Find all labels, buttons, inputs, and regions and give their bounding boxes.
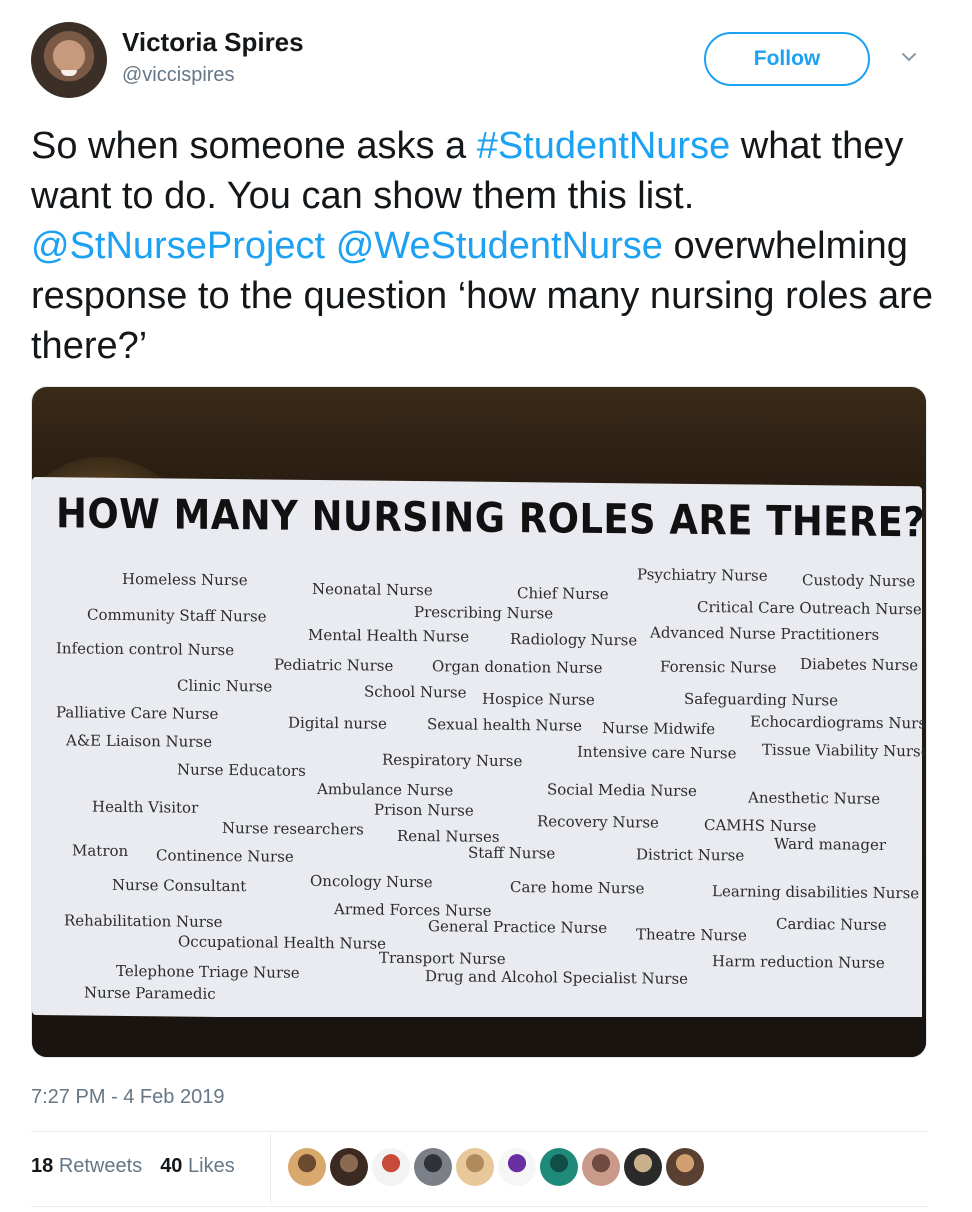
poster-role: Prison Nurse bbox=[374, 800, 474, 820]
retweets-label: Retweets bbox=[58, 1155, 143, 1177]
poster-role: Nurse Consultant bbox=[112, 875, 247, 896]
liker-avatar[interactable] bbox=[624, 1148, 662, 1186]
follow-button[interactable]: Follow bbox=[704, 32, 870, 86]
author-avatar[interactable] bbox=[31, 22, 107, 98]
poster-role: Continence Nurse bbox=[156, 846, 294, 866]
poster-role: Sexual health Nurse bbox=[427, 715, 583, 735]
poster-role: CAMHS Nurse bbox=[704, 816, 817, 836]
poster-role: Forensic Nurse bbox=[660, 657, 777, 677]
photo-frame-edge bbox=[32, 1017, 926, 1057]
poster-role: Hospice Nurse bbox=[482, 689, 595, 709]
likes-label: Likes bbox=[188, 1155, 235, 1177]
poster-role: Homeless Nurse bbox=[122, 569, 248, 590]
engagement-stats: 18 Retweets 40 Likes bbox=[31, 1155, 235, 1178]
poster-role: Respiratory Nurse bbox=[382, 750, 523, 771]
mention-link[interactable]: @StNurseProject bbox=[31, 225, 325, 267]
divider bbox=[31, 1206, 927, 1207]
poster-role: Intensive care Nurse bbox=[577, 742, 737, 763]
poster-role: Critical Care Outreach Nurse bbox=[697, 597, 922, 619]
liker-avatar[interactable] bbox=[582, 1148, 620, 1186]
poster-role: Ward manager bbox=[774, 834, 887, 854]
poster-role: Clinic Nurse bbox=[177, 676, 273, 696]
poster-role: Nurse Educators bbox=[177, 760, 306, 780]
poster-role: Safeguarding Nurse bbox=[684, 689, 838, 710]
likes-stat[interactable]: 40 Likes bbox=[160, 1155, 235, 1178]
tweet-text: So when someone asks a #StudentNurse wha… bbox=[31, 121, 941, 371]
stats-separator bbox=[270, 1134, 271, 1204]
tweet-text-part bbox=[325, 225, 336, 267]
poster-role: Mental Health Nurse bbox=[308, 625, 470, 646]
poster-role: Matron bbox=[72, 841, 129, 861]
poster-role: Chief Nurse bbox=[517, 584, 609, 604]
poster-role: Prescribing Nurse bbox=[414, 603, 554, 623]
poster-role: Cardiac Nurse bbox=[776, 914, 887, 934]
poster-role: Anesthetic Nurse bbox=[748, 788, 881, 808]
liker-avatar[interactable] bbox=[414, 1148, 452, 1186]
liker-avatar[interactable] bbox=[498, 1148, 536, 1186]
poster-role: Digital nurse bbox=[288, 713, 387, 733]
poster-role: Ambulance Nurse bbox=[317, 779, 454, 800]
liker-avatar[interactable] bbox=[540, 1148, 578, 1186]
poster-role: Staff Nurse bbox=[468, 843, 556, 863]
poster-roles: Homeless Nurse Neonatal Nurse Chief Nurse P… bbox=[32, 477, 926, 1003]
likes-count: 40 bbox=[160, 1155, 183, 1177]
poster-role: Neonatal Nurse bbox=[312, 579, 433, 600]
poster-role: Tissue Viability Nurse bbox=[762, 740, 927, 761]
poster-role: Rehabilitation Nurse bbox=[64, 911, 223, 931]
liker-avatar[interactable] bbox=[372, 1148, 410, 1186]
tweet-text-part: So when someone asks a bbox=[31, 125, 477, 167]
poster-role: Learning disabilities Nurse bbox=[712, 882, 920, 903]
poster-role: Pediatric Nurse bbox=[274, 655, 394, 675]
poster-role: Psychiatry Nurse bbox=[637, 565, 768, 585]
poster-role: Custody Nurse bbox=[802, 571, 916, 591]
divider bbox=[31, 1131, 927, 1132]
author-name[interactable]: Victoria Spires bbox=[122, 27, 304, 58]
chevron-down-icon[interactable] bbox=[900, 48, 918, 66]
poster-role: Organ donation Nurse bbox=[432, 657, 603, 677]
poster-role: Care home Nurse bbox=[510, 878, 645, 898]
liker-avatar[interactable] bbox=[456, 1148, 494, 1186]
poster-role: Nurse Midwife bbox=[602, 718, 716, 739]
poster-role: Social Media Nurse bbox=[547, 780, 697, 800]
poster-role: Echocardiograms Nurse bbox=[750, 712, 927, 733]
poster-role: District Nurse bbox=[636, 845, 745, 865]
poster-role: Advanced Nurse Practitioners bbox=[650, 623, 880, 644]
hashtag-link[interactable]: #StudentNurse bbox=[477, 125, 731, 167]
poster-role: Recovery Nurse bbox=[537, 812, 659, 832]
poster-title: HOW MANY NURSING ROLES ARE THERE? bbox=[56, 489, 926, 547]
liker-avatar[interactable] bbox=[288, 1148, 326, 1186]
poster-role: Drug and Alcohol Specialist Nurse bbox=[425, 967, 689, 988]
tweet-timestamp[interactable]: 7:27 PM - 4 Feb 2019 bbox=[31, 1086, 224, 1109]
poster-role: School Nurse bbox=[364, 682, 467, 702]
poster-role: Diabetes Nurse bbox=[800, 655, 919, 675]
tweet-photo[interactable]: HOW MANY NURSING ROLES ARE THERE? Homele… bbox=[31, 386, 927, 1058]
poster-role: Theatre Nurse bbox=[636, 925, 747, 945]
poster-role: Nurse Paramedic bbox=[84, 983, 216, 1003]
poster-role: Community Staff Nurse bbox=[87, 605, 267, 626]
mention-link[interactable]: @WeStudentNurse bbox=[336, 225, 663, 267]
poster-role: Radiology Nurse bbox=[510, 630, 638, 650]
poster-role: Health Visitor bbox=[92, 797, 199, 817]
poster-role: Telephone Triage Nurse bbox=[116, 961, 300, 982]
retweets-count: 18 bbox=[31, 1155, 54, 1177]
poster-role: Palliative Care Nurse bbox=[56, 703, 219, 723]
poster: HOW MANY NURSING ROLES ARE THERE? Homele… bbox=[32, 477, 926, 1025]
likers-avatars bbox=[288, 1148, 704, 1186]
poster-role: Harm reduction Nurse bbox=[712, 952, 885, 972]
liker-avatar[interactable] bbox=[330, 1148, 368, 1186]
poster-role: A&E Liaison Nurse bbox=[66, 731, 213, 751]
poster-role: Nurse researchers bbox=[222, 818, 364, 839]
poster-role: Transport Nurse bbox=[379, 948, 506, 968]
poster-role: General Practice Nurse bbox=[428, 917, 608, 938]
author-handle[interactable]: @viccispires bbox=[122, 64, 235, 87]
liker-avatar[interactable] bbox=[666, 1148, 704, 1186]
poster-role: Occupational Health Nurse bbox=[178, 932, 387, 953]
retweets-stat[interactable]: 18 Retweets bbox=[31, 1155, 142, 1178]
poster-role: Oncology Nurse bbox=[310, 871, 433, 892]
poster-role: Infection control Nurse bbox=[56, 639, 235, 660]
